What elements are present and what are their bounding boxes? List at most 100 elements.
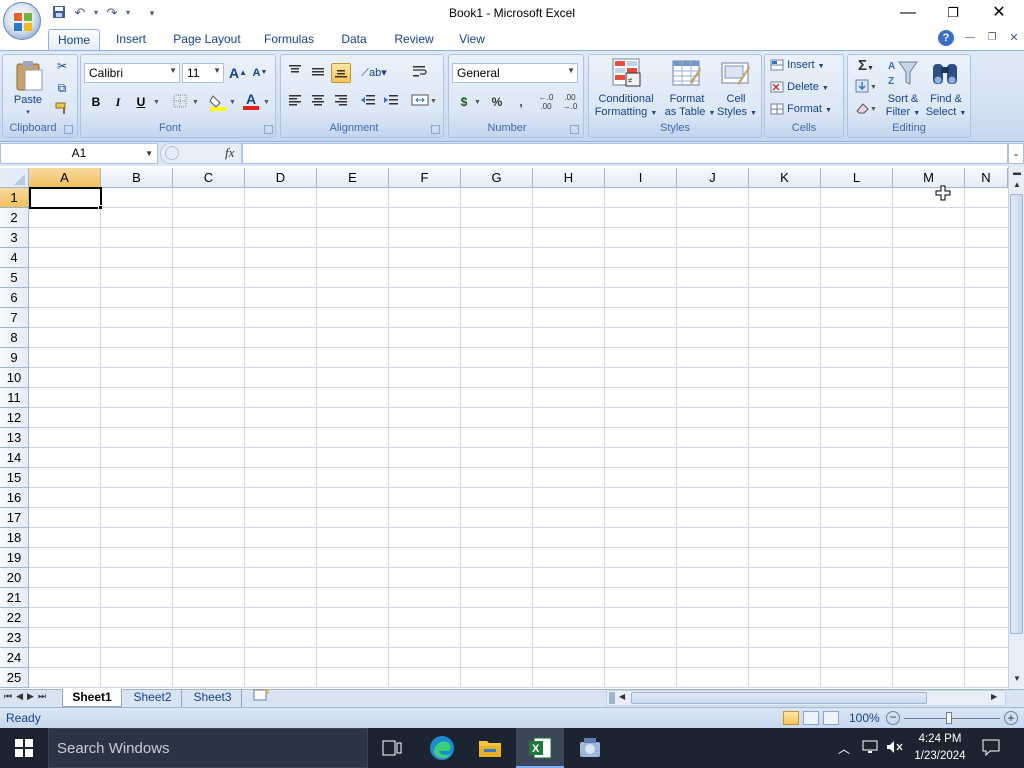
font-name-combo[interactable]: Calibri ▼	[84, 63, 180, 83]
column-header-k[interactable]: K	[749, 168, 821, 188]
insert-worksheet-icon[interactable]	[246, 688, 276, 707]
align-bottom-icon[interactable]	[331, 63, 351, 83]
format-as-table-button[interactable]: Format as Table ▼	[660, 56, 715, 120]
row-header-23[interactable]: 23	[0, 628, 29, 648]
tab-home[interactable]: Home	[48, 29, 100, 50]
zoom-slider[interactable]	[904, 718, 1000, 719]
bold-button[interactable]: B	[86, 92, 106, 112]
office-button[interactable]	[3, 2, 41, 40]
app-taskbar-icon[interactable]	[566, 728, 614, 768]
split-box-icon[interactable]: ▬	[1011, 168, 1023, 178]
row-header-4[interactable]: 4	[0, 248, 29, 268]
scroll-left-icon[interactable]: ◀	[619, 692, 625, 701]
column-header-b[interactable]: B	[101, 168, 173, 188]
row-header-10[interactable]: 10	[0, 368, 29, 388]
help-icon[interactable]: ?	[938, 30, 954, 46]
tab-page-layout[interactable]: Page Layout	[166, 29, 248, 50]
tab-review[interactable]: Review	[388, 29, 440, 50]
paste-button[interactable]: Paste ▾	[10, 58, 46, 118]
expand-formula-bar-icon[interactable]: ⌄	[1008, 143, 1024, 164]
active-cell[interactable]	[29, 187, 102, 209]
align-right-icon[interactable]	[331, 92, 351, 112]
borders-dropdown-icon[interactable]: ▼	[192, 96, 199, 109]
fill-color-icon[interactable]	[208, 92, 228, 112]
row-header-14[interactable]: 14	[0, 448, 29, 468]
format-painter-icon[interactable]	[52, 100, 72, 120]
increase-indent-icon[interactable]	[381, 92, 401, 112]
merge-center-icon[interactable]: ▼	[410, 92, 438, 112]
format-cells-button[interactable]: Format ▼	[770, 102, 840, 118]
column-header-h[interactable]: H	[533, 168, 605, 188]
copy-icon[interactable]: ⧉	[52, 78, 72, 98]
align-top-icon[interactable]	[285, 63, 305, 83]
accounting-format-button[interactable]: $	[454, 92, 474, 112]
name-box[interactable]: A1 ▼	[0, 143, 158, 164]
wrap-text-icon[interactable]	[410, 63, 430, 83]
row-header-11[interactable]: 11	[0, 388, 29, 408]
task-view-icon[interactable]	[368, 728, 416, 768]
column-header-n[interactable]: N	[965, 168, 1008, 188]
ribbon-restore-icon[interactable]: ❐	[984, 30, 1000, 46]
row-header-12[interactable]: 12	[0, 408, 29, 428]
sheet-tab-sheet1[interactable]: Sheet1	[62, 689, 122, 707]
row-header-24[interactable]: 24	[0, 648, 29, 668]
shrink-font-icon[interactable]: A▼	[250, 63, 270, 83]
horizontal-scroll-thumb[interactable]	[631, 692, 927, 704]
notifications-icon[interactable]	[982, 738, 1002, 757]
column-header-i[interactable]: I	[605, 168, 677, 188]
tab-formulas[interactable]: Formulas	[256, 29, 322, 50]
column-header-d[interactable]: D	[245, 168, 317, 188]
taskbar-clock[interactable]: 4:24 PM 1/23/2024	[910, 731, 970, 765]
horizontal-scrollbar[interactable]: ◀ ▶	[606, 690, 1006, 706]
underline-button[interactable]: U	[131, 92, 151, 112]
tab-split-handle[interactable]	[609, 692, 615, 704]
column-header-e[interactable]: E	[317, 168, 389, 188]
italic-button[interactable]: I	[108, 92, 128, 112]
align-middle-icon[interactable]	[308, 63, 328, 83]
tab-view[interactable]: View	[452, 29, 492, 50]
restore-button[interactable]: ❐	[930, 0, 976, 26]
orientation-icon[interactable]: ⟋ab▾	[360, 63, 388, 83]
file-explorer-icon[interactable]	[466, 728, 514, 768]
row-header-15[interactable]: 15	[0, 468, 29, 488]
grow-font-icon[interactable]: A▲	[228, 63, 248, 83]
column-header-m[interactable]: M	[893, 168, 965, 188]
row-header-6[interactable]: 6	[0, 288, 29, 308]
row-header-22[interactable]: 22	[0, 608, 29, 628]
row-header-19[interactable]: 19	[0, 548, 29, 568]
cell-styles-button[interactable]: Cell Styles ▼	[714, 56, 758, 120]
row-header-3[interactable]: 3	[0, 228, 29, 248]
conditional-formatting-button[interactable]: ≠ Conditional Formatting ▼	[590, 56, 662, 120]
volume-muted-icon[interactable]	[886, 740, 904, 754]
number-format-combo[interactable]: General ▼	[452, 63, 578, 83]
first-sheet-icon[interactable]: ⏮	[4, 691, 16, 701]
fill-handle[interactable]	[98, 205, 103, 210]
next-sheet-icon[interactable]: ▶	[27, 691, 38, 701]
comma-style-button[interactable]: ,	[511, 92, 531, 112]
select-all-corner[interactable]	[0, 168, 29, 188]
clear-icon[interactable]: ▼	[852, 100, 880, 120]
font-color-dropdown-icon[interactable]: ▼	[263, 96, 270, 109]
alignment-launcher-icon[interactable]	[431, 125, 440, 134]
scroll-down-icon[interactable]: ▼	[1011, 674, 1023, 686]
row-header-5[interactable]: 5	[0, 268, 29, 288]
row-header-20[interactable]: 20	[0, 568, 29, 588]
number-launcher-icon[interactable]	[570, 125, 579, 134]
row-header-17[interactable]: 17	[0, 508, 29, 528]
row-header-9[interactable]: 9	[0, 348, 29, 368]
column-header-j[interactable]: J	[677, 168, 749, 188]
percent-style-button[interactable]: %	[487, 92, 507, 112]
ribbon-minimize-icon[interactable]: —	[962, 30, 978, 46]
sort-filter-button[interactable]: A Z Sort & Filter ▼	[882, 56, 924, 120]
font-launcher-icon[interactable]	[264, 125, 273, 134]
underline-dropdown-icon[interactable]: ▼	[153, 96, 160, 109]
vertical-scrollbar[interactable]: ▬ ▲ ▼	[1008, 166, 1024, 690]
fill-color-dropdown-icon[interactable]: ▼	[229, 96, 236, 109]
sheet-tab-sheet3[interactable]: Sheet3	[184, 689, 242, 707]
insert-function-button[interactable]: fx	[225, 145, 234, 161]
tab-insert[interactable]: Insert	[108, 29, 154, 50]
autosum-icon[interactable]: Σ▼	[852, 56, 880, 76]
row-header-25[interactable]: 25	[0, 668, 29, 688]
cell-grid[interactable]	[29, 188, 1009, 688]
row-header-13[interactable]: 13	[0, 428, 29, 448]
